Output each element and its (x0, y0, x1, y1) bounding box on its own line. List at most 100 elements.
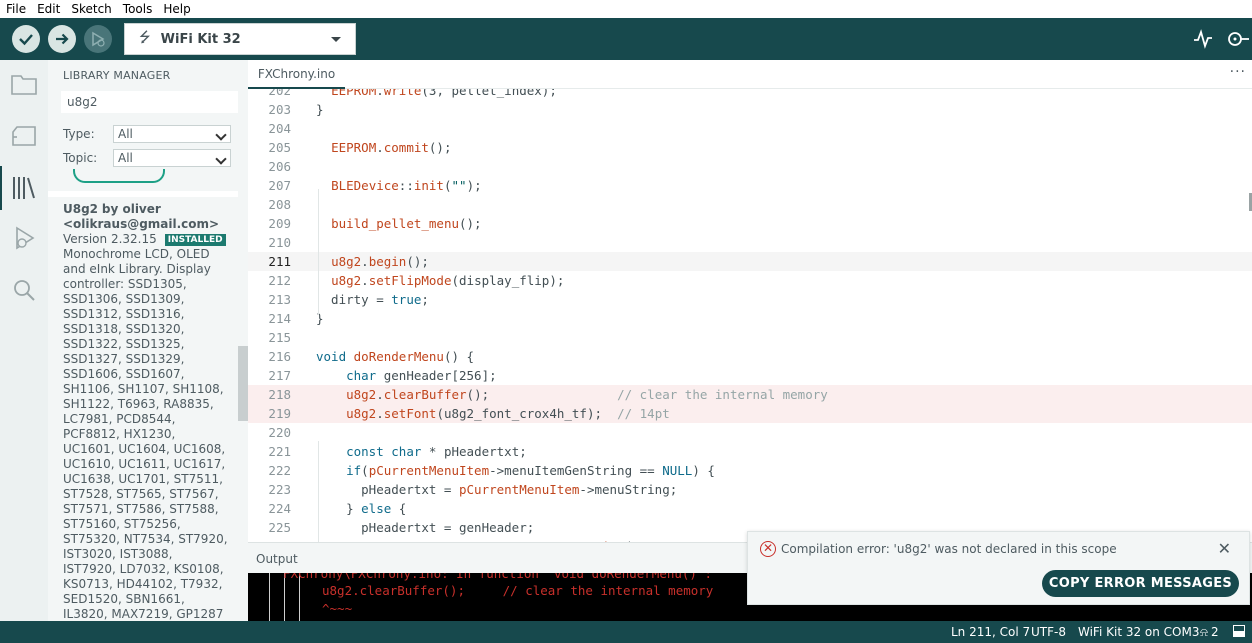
board-name: WiFi Kit 32 (160, 31, 241, 47)
library-description-line: UC1610, UC1611, UC1617, (63, 457, 226, 471)
code-line[interactable]: 210 (248, 233, 1252, 252)
code-line[interactable]: 219 u8g2.setFont(u8g2_font_crox4h_tf); /… (248, 404, 1252, 423)
library-manager-panel: LIBRARY MANAGER Type: All Topic: All U8g… (48, 60, 248, 621)
code-line[interactable]: 203} (248, 100, 1252, 119)
library-description-line: ST7571, ST7586, ST7588, (63, 502, 219, 516)
code-editor[interactable]: 202 EEPROM.write(3, pellet_index); 203} 20… (248, 89, 1252, 542)
library-description-line: IST7920, LD7032, KS0108, (63, 562, 224, 576)
search-icon (14, 280, 35, 301)
debug-panel-button[interactable] (10, 224, 38, 252)
code-line[interactable]: 209 build_pellet_menu(); (248, 214, 1252, 233)
file-encoding[interactable]: UTF-8 (1031, 625, 1066, 639)
library-description-line: IST3020, IST3088, (63, 547, 173, 561)
more-icon[interactable]: ··· (1230, 64, 1246, 80)
serial-monitor-icon[interactable] (1225, 29, 1249, 54)
code-text: u8g2.begin(); (331, 254, 429, 269)
line-number: 206 (268, 159, 291, 174)
error-notification: ✕ Compilation error: 'u8g2' was not decl… (747, 531, 1250, 605)
library-action-button[interactable] (73, 169, 165, 183)
code-line[interactable]: 223 pHeadertxt = pCurrentMenuItem->menuS… (248, 480, 1252, 499)
notifications-indicator[interactable]: ⍾ 2 (1200, 625, 1219, 640)
code-line[interactable]: 202 EEPROM.write(3, pellet_index); (248, 89, 1252, 100)
code-text: pHeadertxt = genHeader; (316, 520, 535, 535)
boards-manager-button[interactable] (10, 122, 38, 150)
code-line[interactable]: 204 (248, 119, 1252, 138)
code-line[interactable]: 221 const char * pHeadertxt; (248, 442, 1252, 461)
cursor-position[interactable]: Ln 211, Col 7 (951, 625, 1030, 639)
code-line[interactable]: 217 char genHeader[256]; (248, 366, 1252, 385)
board-selector[interactable]: ⭍ WiFi Kit 32 (124, 23, 356, 55)
copy-error-messages-button[interactable]: COPY ERROR MESSAGES (1042, 570, 1239, 597)
library-description-line: ST7528, ST7565, ST7567, (63, 487, 219, 501)
close-icon[interactable]: ✕ (1218, 539, 1231, 558)
output-line: u8g2.clearBuffer(); // clear the interna… (322, 583, 714, 598)
code-text: if(pCurrentMenuItem->menuItemGenString =… (346, 463, 715, 478)
panel-toggle-icon[interactable] (1233, 625, 1245, 640)
library-description-line: PCF8812, HX1230, (63, 427, 176, 441)
code-line[interactable]: 211 u8g2.begin(); (248, 252, 1252, 271)
menu-help[interactable]: Help (163, 2, 190, 16)
code-line[interactable]: 207 BLEDevice::init(""); (248, 176, 1252, 195)
code-line[interactable]: 213 dirty = true; (248, 290, 1252, 309)
board-port[interactable]: WiFi Kit 32 on COM3 (1078, 625, 1200, 639)
debug-button[interactable] (84, 25, 112, 53)
topic-filter-select[interactable]: All (113, 149, 231, 167)
library-description-line: SSD1306, SSD1309, (63, 292, 185, 306)
library-description-line: SH1122, T6963, RA8835, (63, 397, 214, 411)
code-line[interactable]: 218 u8g2.clearBuffer(); // clear the int… (248, 385, 1252, 404)
library-scrollbar[interactable] (238, 346, 248, 421)
library-description-line: ST75320, NT7534, ST7920, (63, 532, 228, 546)
code-line[interactable]: 215 (248, 328, 1252, 347)
arrow-right-icon (56, 33, 69, 45)
menu-edit[interactable]: Edit (37, 2, 60, 16)
indent-guide (318, 441, 319, 542)
code-line[interactable]: 205 EEPROM.commit(); (248, 138, 1252, 157)
line-number: 210 (268, 235, 291, 250)
sketchbook-button[interactable] (10, 70, 38, 98)
line-number: 216 (268, 349, 291, 364)
library-description-line: controller: SSD1305, (63, 277, 187, 291)
line-number: 202 (268, 89, 291, 98)
output-title: Output (256, 552, 298, 566)
menu-bar: File Edit Sketch Tools Help (0, 0, 1252, 18)
code-line[interactable]: 222 if(pCurrentMenuItem->menuItemGenStri… (248, 461, 1252, 480)
code-text: const char * pHeadertxt; (346, 444, 527, 459)
library-manager-button[interactable] (0, 166, 38, 210)
error-icon: ✕ (760, 541, 776, 557)
line-number: 211 (268, 254, 291, 269)
code-text: build_pellet_menu(); (331, 216, 482, 231)
type-filter-select[interactable]: All (113, 125, 231, 143)
menu-sketch[interactable]: Sketch (71, 2, 111, 16)
tab-fxchrony[interactable]: FXChrony.ino (248, 60, 345, 89)
upload-button[interactable] (48, 25, 76, 53)
code-text: BLEDevice::init(""); (331, 178, 482, 193)
code-line[interactable]: 206 (248, 157, 1252, 176)
code-line[interactable]: 220 (248, 423, 1252, 442)
code-line[interactable]: 216 void doRenderMenu() { (248, 347, 1252, 366)
line-number: 208 (268, 197, 291, 212)
line-number: 204 (268, 121, 291, 136)
line-number: 224 (268, 501, 291, 516)
verify-button[interactable] (12, 25, 40, 53)
check-icon (19, 34, 33, 46)
code-line[interactable]: 208 (248, 195, 1252, 214)
code-text: dirty = true; (316, 292, 429, 307)
menu-tools[interactable]: Tools (123, 2, 153, 16)
library-description-line: KS0713, HD44102, T7932, (63, 577, 223, 591)
editor-tab-bar: FXChrony.ino ··· (248, 60, 1252, 89)
serial-plotter-icon[interactable] (1193, 29, 1213, 54)
code-line[interactable]: 224 } else { (248, 499, 1252, 518)
indent-guide (318, 189, 319, 315)
library-description-line: ST75160, ST75256, (63, 517, 181, 531)
line-number: 222 (268, 463, 291, 478)
type-filter-value: All (118, 127, 133, 141)
line-number: 218 (268, 387, 291, 402)
library-description-line: SSD1318, SSD1320, (63, 322, 185, 336)
library-description-line: LC7981, PCD8544, (63, 412, 176, 426)
library-search-input[interactable] (61, 91, 238, 113)
code-text: pHeadertxt = pCurrentMenuItem->menuStrin… (316, 482, 678, 497)
menu-file[interactable]: File (6, 2, 26, 16)
code-line[interactable]: 212 u8g2.setFlipMode(display_flip); (248, 271, 1252, 290)
code-line[interactable]: 214} (248, 309, 1252, 328)
search-button[interactable] (10, 276, 38, 304)
